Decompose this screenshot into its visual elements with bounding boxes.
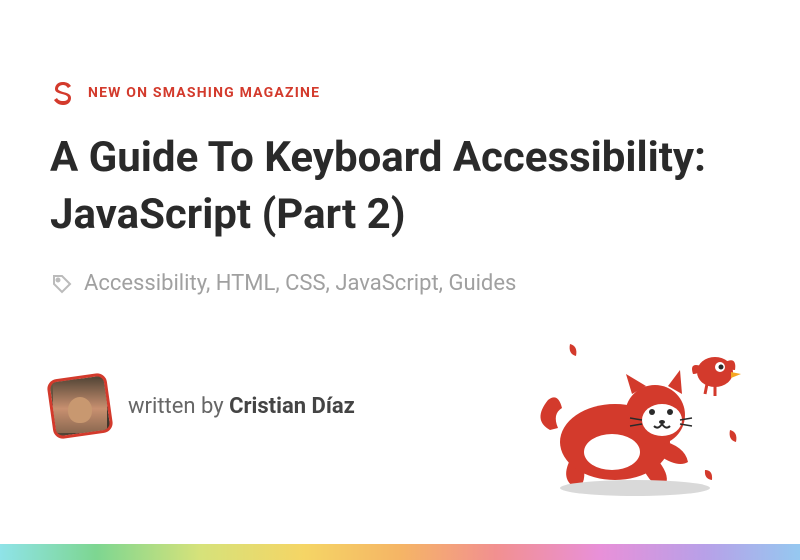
tags-row: Accessibility, HTML, CSS, JavaScript, Gu… (50, 271, 750, 296)
mascot-shadow (560, 480, 710, 496)
mascot-svg (530, 340, 760, 500)
author-byline: written by Cristian Díaz (128, 394, 355, 419)
author-prefix: written by (128, 394, 229, 419)
smashing-logo-icon (50, 80, 76, 106)
tags-list: Accessibility, HTML, CSS, JavaScript, Gu… (84, 271, 516, 296)
eyebrow-row: NEW ON SMASHING MAGAZINE (50, 80, 750, 106)
eyebrow-text: NEW ON SMASHING MAGAZINE (88, 85, 320, 101)
rainbow-footer-bar (0, 544, 800, 560)
tag-icon (50, 272, 74, 296)
mascot-illustration (530, 340, 760, 500)
article-title: A Guide To Keyboard Accessibility: JavaS… (50, 130, 750, 243)
avatar (46, 372, 114, 440)
author-name: Cristian Díaz (229, 394, 355, 419)
